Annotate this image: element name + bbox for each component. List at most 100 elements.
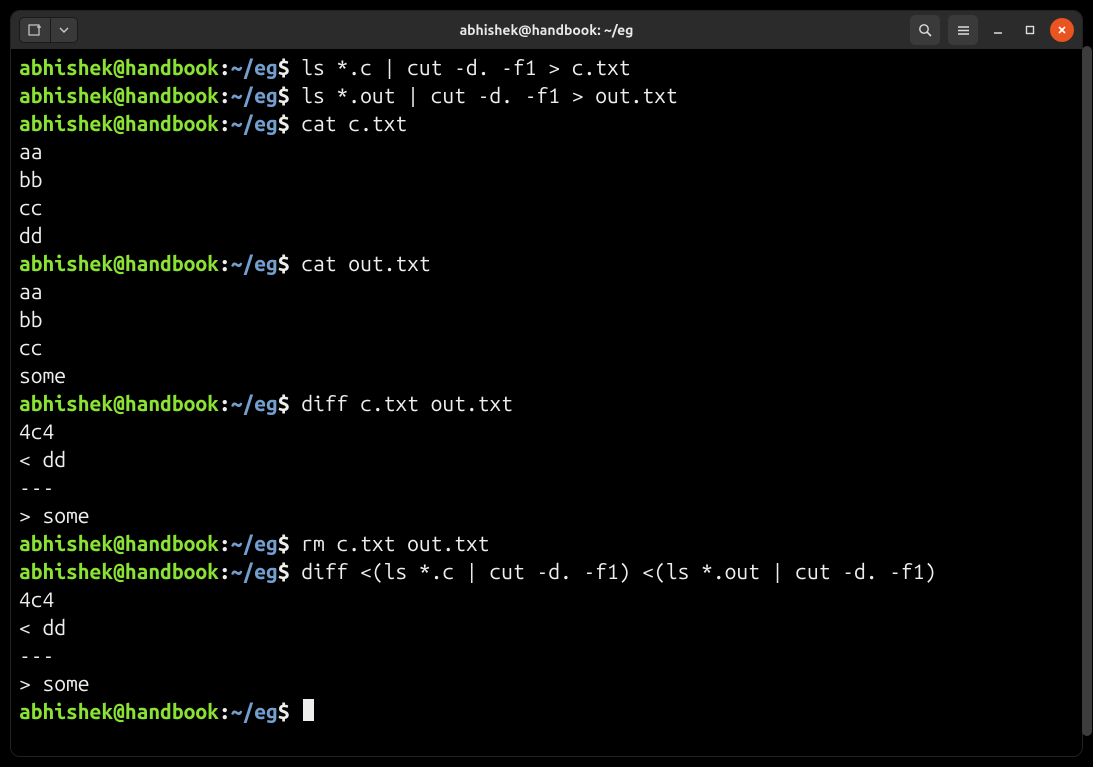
output-line: > some	[19, 501, 1076, 529]
prompt-colon: :	[219, 55, 231, 79]
prompt-path: ~/eg	[231, 55, 278, 79]
output-line: bb	[19, 305, 1076, 333]
cursor	[303, 699, 314, 721]
prompt-path: ~/eg	[231, 559, 278, 583]
output-text: < dd	[19, 447, 66, 471]
prompt-user: abhishek@handbook	[19, 251, 219, 275]
terminal-body[interactable]: abhishek@handbook:~/eg$ ls *.c | cut -d.…	[11, 49, 1082, 756]
prompt-line: abhishek@handbook:~/eg$ ls *.out | cut -…	[19, 81, 1076, 109]
output-line: ---	[19, 641, 1076, 669]
prompt-user: abhishek@handbook	[19, 111, 219, 135]
output-line: ---	[19, 473, 1076, 501]
close-icon	[1056, 24, 1068, 36]
command-text: diff c.txt out.txt	[301, 391, 513, 415]
prompt-colon: :	[219, 559, 231, 583]
minimize-icon	[992, 24, 1004, 36]
prompt-path: ~/eg	[231, 251, 278, 275]
prompt-line: abhishek@handbook:~/eg$	[19, 697, 1076, 725]
command-text: cat out.txt	[301, 251, 430, 275]
titlebar-right	[910, 15, 1074, 45]
prompt-symbol: $	[278, 111, 302, 135]
command-text: rm c.txt out.txt	[301, 531, 489, 555]
prompt-symbol: $	[278, 531, 302, 555]
output-line: aa	[19, 277, 1076, 305]
output-line: 4c4	[19, 417, 1076, 445]
menu-button[interactable]	[948, 15, 978, 45]
output-text: bb	[19, 167, 43, 191]
output-line: bb	[19, 165, 1076, 193]
prompt-user: abhishek@handbook	[19, 83, 219, 107]
output-text: < dd	[19, 615, 66, 639]
scrollbar-thumb[interactable]	[1082, 46, 1083, 736]
output-text: ---	[19, 643, 54, 667]
output-text: ---	[19, 475, 54, 499]
prompt-colon: :	[219, 111, 231, 135]
prompt-user: abhishek@handbook	[19, 531, 219, 555]
output-text: aa	[19, 139, 43, 163]
maximize-icon	[1024, 24, 1036, 36]
command-text: ls *.c | cut -d. -f1 > c.txt	[301, 55, 630, 79]
prompt-line: abhishek@handbook:~/eg$ diff c.txt out.t…	[19, 389, 1076, 417]
close-button[interactable]	[1050, 18, 1074, 42]
prompt-path: ~/eg	[231, 391, 278, 415]
prompt-user: abhishek@handbook	[19, 699, 219, 723]
prompt-path: ~/eg	[231, 83, 278, 107]
scrollbar[interactable]	[1081, 38, 1083, 757]
maximize-button[interactable]	[1018, 18, 1042, 42]
prompt-path: ~/eg	[231, 111, 278, 135]
new-tab-button[interactable]	[19, 17, 51, 43]
output-text: > some	[19, 671, 90, 695]
prompt-colon: :	[219, 251, 231, 275]
output-text: dd	[19, 223, 43, 247]
prompt-line: abhishek@handbook:~/eg$ ls *.c | cut -d.…	[19, 53, 1076, 81]
prompt-line: abhishek@handbook:~/eg$ diff <(ls *.c | …	[19, 557, 1076, 585]
chevron-down-icon	[59, 25, 69, 35]
search-button[interactable]	[910, 15, 940, 45]
output-text: 4c4	[19, 587, 54, 611]
output-text: some	[19, 363, 66, 387]
prompt-colon: :	[219, 699, 231, 723]
output-line: dd	[19, 221, 1076, 249]
prompt-symbol: $	[278, 251, 302, 275]
command-text: cat c.txt	[301, 111, 407, 135]
prompt-line: abhishek@handbook:~/eg$ rm c.txt out.txt	[19, 529, 1076, 557]
output-text: cc	[19, 335, 43, 359]
output-line: > some	[19, 669, 1076, 697]
prompt-colon: :	[219, 531, 231, 555]
terminal-window: abhishek@handbook: ~/eg abhishek@handboo…	[10, 10, 1083, 757]
output-line: < dd	[19, 445, 1076, 473]
command-text: ls *.out | cut -d. -f1 > out.txt	[301, 83, 677, 107]
titlebar: abhishek@handbook: ~/eg	[11, 11, 1082, 49]
output-text: bb	[19, 307, 43, 331]
output-line: 4c4	[19, 585, 1076, 613]
prompt-symbol: $	[278, 83, 302, 107]
output-text: > some	[19, 503, 90, 527]
output-line: some	[19, 361, 1076, 389]
prompt-symbol: $	[278, 559, 302, 583]
prompt-path: ~/eg	[231, 699, 278, 723]
tab-menu-button[interactable]	[51, 17, 78, 43]
minimize-button[interactable]	[986, 18, 1010, 42]
output-line: cc	[19, 333, 1076, 361]
output-line: aa	[19, 137, 1076, 165]
prompt-user: abhishek@handbook	[19, 559, 219, 583]
output-text: cc	[19, 195, 43, 219]
prompt-line: abhishek@handbook:~/eg$ cat c.txt	[19, 109, 1076, 137]
prompt-line: abhishek@handbook:~/eg$ cat out.txt	[19, 249, 1076, 277]
prompt-path: ~/eg	[231, 531, 278, 555]
output-line: < dd	[19, 613, 1076, 641]
output-line: cc	[19, 193, 1076, 221]
prompt-user: abhishek@handbook	[19, 55, 219, 79]
command-text: diff <(ls *.c | cut -d. -f1) <(ls *.out …	[301, 559, 936, 583]
prompt-colon: :	[219, 83, 231, 107]
new-tab-icon	[28, 23, 42, 37]
prompt-symbol: $	[278, 391, 302, 415]
titlebar-left	[19, 17, 78, 43]
prompt-colon: :	[219, 391, 231, 415]
prompt-user: abhishek@handbook	[19, 391, 219, 415]
hamburger-icon	[956, 23, 971, 38]
output-text: aa	[19, 279, 43, 303]
search-icon	[918, 23, 933, 38]
prompt-symbol: $	[278, 699, 302, 723]
prompt-symbol: $	[278, 55, 302, 79]
